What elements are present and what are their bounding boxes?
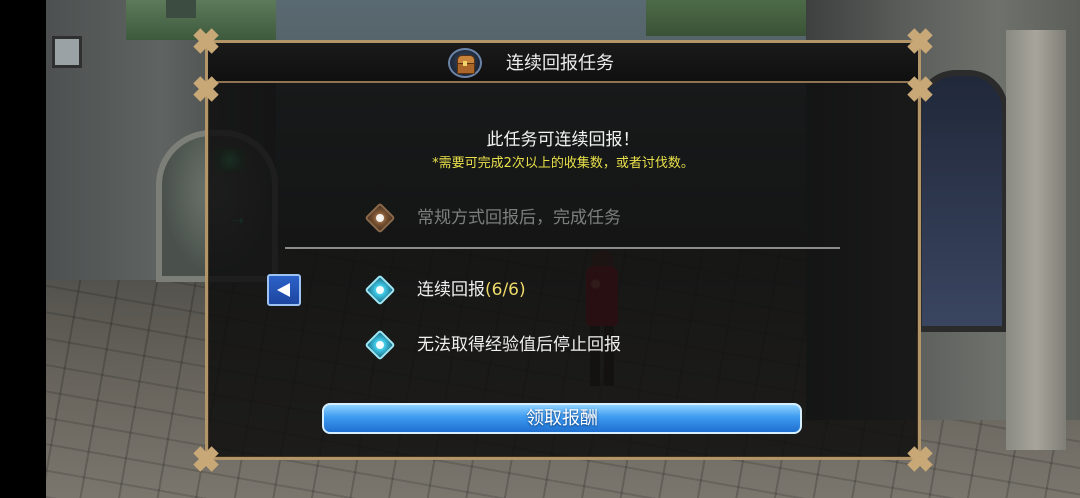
option-text: 连续回报 (417, 280, 485, 300)
dialog-title: 连续回报任务 (506, 53, 614, 74)
option-stop-when-no-exp[interactable]: 无法取得经验值后停止回报 (364, 329, 685, 362)
claim-reward-button[interactable]: 领取报酬 (322, 403, 802, 434)
diamond-icon (364, 329, 396, 361)
frame-corner-ornament (907, 76, 933, 102)
option-label: 无法取得经验值后停止回报 (417, 335, 621, 355)
diamond-icon (364, 274, 396, 306)
option-continuous-report[interactable]: 连续回报(6/6) (364, 274, 605, 307)
requirement-note: *需要可完成2次以上的收集数，或者讨伐数。 (432, 156, 694, 171)
frame-corner-ornament (193, 76, 219, 102)
dialog-heading: 此任务可连续回报！ (486, 130, 640, 150)
left-building-window (52, 36, 82, 68)
divider (285, 247, 840, 249)
frame-corner-ornament (193, 28, 219, 54)
frame-corner-ornament (907, 446, 933, 472)
treasure-chest-icon (448, 48, 482, 78)
game-screen: ⇢ 连续回报任务 此任务可连续回报！ *需要可完成2次以上的收集数，或者讨伐数 (0, 0, 1080, 498)
frame-corner-ornament (193, 446, 219, 472)
tower-top (166, 0, 196, 18)
back-button[interactable] (267, 274, 301, 306)
quest-report-dialog: 连续回报任务 此任务可连续回报！ *需要可完成2次以上的收集数，或者讨伐数。 常… (200, 35, 926, 465)
report-count: (6/6) (485, 280, 526, 300)
option-label: 常规方式回报后，完成任务 (417, 208, 621, 228)
dialog-header: 连续回报任务 (208, 43, 918, 83)
gothic-window (916, 70, 1008, 332)
option-label: 连续回报(6/6) (417, 279, 526, 301)
dialog-frame (205, 40, 921, 460)
option-regular-report: 常规方式回报后，完成任务 (364, 202, 685, 235)
stone-pillar (1006, 30, 1066, 450)
diamond-icon (364, 202, 396, 234)
frame-corner-ornament (907, 28, 933, 54)
